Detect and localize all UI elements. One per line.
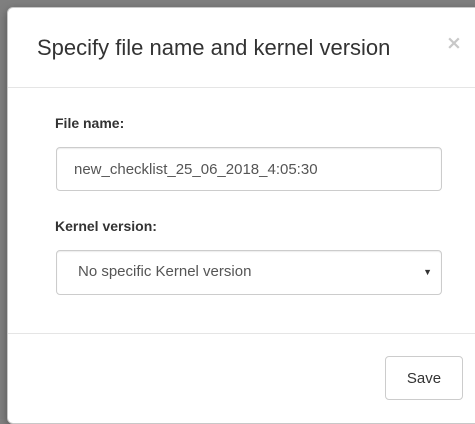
- save-button[interactable]: Save: [385, 356, 463, 400]
- specify-file-dialog: Specify file name and kernel version × F…: [7, 7, 475, 424]
- kernel-version-select[interactable]: No specific Kernel version ▼: [56, 250, 442, 295]
- file-name-input[interactable]: [56, 147, 442, 191]
- kernel-version-selected-value: No specific Kernel version: [78, 263, 252, 280]
- dialog-footer: Save: [8, 333, 475, 423]
- close-button[interactable]: ×: [446, 32, 462, 54]
- caret-down-icon: ▼: [423, 267, 432, 277]
- dialog-title: Specify file name and kernel version: [37, 35, 391, 60]
- file-name-label: File name:: [55, 115, 125, 131]
- kernel-version-label: Kernel version:: [55, 218, 157, 234]
- dialog-header: Specify file name and kernel version ×: [8, 8, 475, 88]
- dialog-body: File name: Kernel version: No specific K…: [8, 88, 475, 333]
